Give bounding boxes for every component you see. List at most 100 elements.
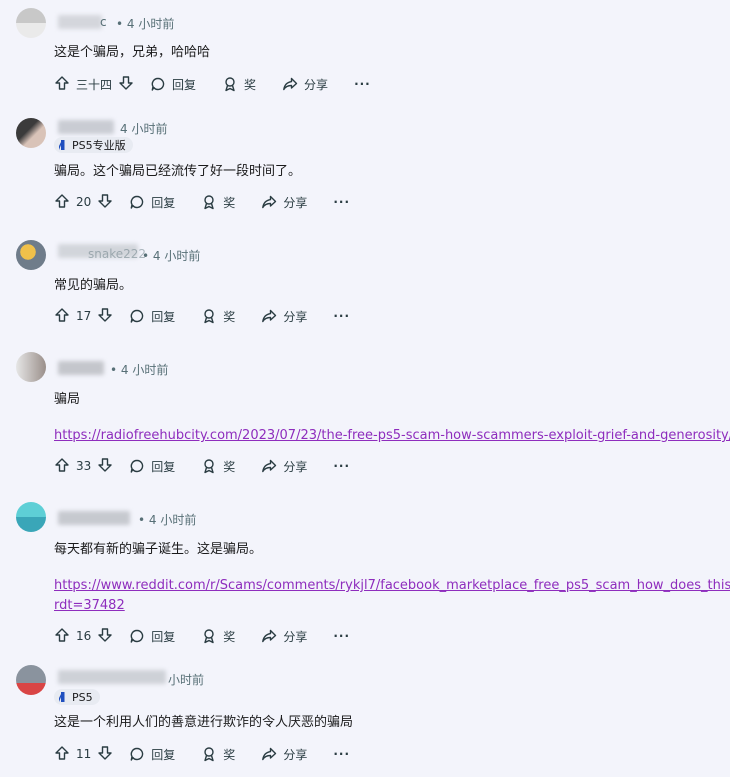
share-button[interactable]: 分享 bbox=[261, 628, 307, 645]
reply-label: 回复 bbox=[151, 747, 176, 762]
share-label: 分享 bbox=[304, 77, 329, 92]
reply-button[interactable]: 回复 bbox=[129, 628, 175, 645]
award-button[interactable]: 奖 bbox=[201, 458, 235, 475]
award-button[interactable]: 奖 bbox=[222, 76, 256, 93]
comment-link-continued[interactable]: rdt=37482 bbox=[54, 597, 125, 615]
more-icon: ··· bbox=[333, 195, 351, 209]
share-label: 分享 bbox=[283, 309, 308, 324]
award-button[interactable]: 奖 bbox=[201, 194, 235, 211]
reply-button[interactable]: 回复 bbox=[129, 308, 175, 325]
reply-label: 回复 bbox=[151, 459, 176, 474]
share-button[interactable]: 分享 bbox=[261, 194, 307, 211]
reply-icon bbox=[129, 628, 145, 644]
reply-icon bbox=[129, 746, 145, 762]
downvote-icon[interactable] bbox=[118, 75, 134, 94]
vote-group: 33 bbox=[54, 457, 113, 476]
share-button[interactable]: 分享 bbox=[282, 76, 328, 93]
award-icon bbox=[201, 458, 217, 474]
more-options-button[interactable]: ··· bbox=[354, 77, 371, 91]
award-icon bbox=[201, 628, 217, 644]
award-label: 奖 bbox=[223, 459, 236, 474]
vote-score: 三十四 bbox=[76, 77, 113, 92]
avatar[interactable] bbox=[16, 118, 46, 148]
timestamp[interactable]: • 4 小时前 bbox=[142, 247, 200, 264]
share-button[interactable]: 分享 bbox=[261, 458, 307, 475]
vote-group: 17 bbox=[54, 307, 113, 326]
share-icon bbox=[261, 308, 277, 324]
more-icon: ··· bbox=[333, 309, 351, 323]
reply-label: 回复 bbox=[151, 629, 176, 644]
avatar[interactable] bbox=[16, 240, 46, 270]
share-label: 分享 bbox=[283, 459, 308, 474]
vote-group: 三十四 bbox=[54, 75, 134, 94]
upvote-icon[interactable] bbox=[54, 307, 70, 326]
more-options-button[interactable]: ··· bbox=[333, 195, 350, 209]
username-redacted[interactable] bbox=[58, 120, 114, 134]
timestamp[interactable]: • 4 小时前 bbox=[138, 511, 196, 528]
share-button[interactable]: 分享 bbox=[261, 746, 307, 763]
comment-body: 骗局 bbox=[54, 392, 81, 407]
vote-score: 33 bbox=[76, 459, 92, 473]
comment-body: 骗局。这个骗局已经流传了好一段时间了。 bbox=[54, 164, 302, 179]
upvote-icon[interactable] bbox=[54, 457, 70, 476]
downvote-icon[interactable] bbox=[97, 745, 113, 764]
vote-group: 20 bbox=[54, 193, 113, 212]
more-icon: ··· bbox=[333, 459, 351, 473]
upvote-icon[interactable] bbox=[54, 627, 70, 646]
timestamp[interactable]: 4 小时前 bbox=[120, 120, 167, 137]
timestamp[interactable]: • 4 小时前 bbox=[110, 361, 168, 378]
share-label: 分享 bbox=[283, 195, 308, 210]
comment-actions: 17 回复 奖 分享 ··· bbox=[54, 307, 350, 325]
reply-icon bbox=[150, 76, 166, 92]
comment-link[interactable]: https://radiofreehubcity.com/2023/07/23/… bbox=[54, 427, 730, 445]
award-button[interactable]: 奖 bbox=[201, 308, 235, 325]
award-icon bbox=[201, 746, 217, 762]
timestamp[interactable]: 小时前 bbox=[168, 671, 204, 688]
downvote-icon[interactable] bbox=[97, 307, 113, 326]
user-flair: PS5专业版 bbox=[54, 137, 133, 153]
vote-score: 11 bbox=[76, 747, 92, 761]
username-redacted[interactable] bbox=[58, 670, 166, 684]
username-redacted[interactable] bbox=[58, 361, 104, 375]
more-options-button[interactable]: ··· bbox=[333, 629, 350, 643]
avatar[interactable] bbox=[16, 502, 46, 532]
award-button[interactable]: 奖 bbox=[201, 628, 235, 645]
more-icon: ··· bbox=[354, 77, 371, 91]
avatar[interactable] bbox=[16, 352, 46, 382]
upvote-icon[interactable] bbox=[54, 745, 70, 764]
timestamp[interactable]: • 4 小时前 bbox=[116, 15, 174, 32]
comment-actions: 33 回复 奖 分享 ··· bbox=[54, 457, 350, 475]
comment-link[interactable]: https://www.reddit.com/r/Scams/comments/… bbox=[54, 577, 730, 595]
avatar[interactable] bbox=[16, 665, 46, 695]
downvote-icon[interactable] bbox=[97, 457, 113, 476]
comment-body: 这是一个利用人们的善意进行欺诈的令人厌恶的骗局 bbox=[54, 715, 354, 730]
award-button[interactable]: 奖 bbox=[201, 746, 235, 763]
vote-group: 16 bbox=[54, 627, 113, 646]
reply-button[interactable]: 回复 bbox=[129, 458, 175, 475]
username-redacted[interactable] bbox=[58, 15, 102, 29]
reply-button[interactable]: 回复 bbox=[129, 194, 175, 211]
more-options-button[interactable]: ··· bbox=[333, 459, 350, 473]
upvote-icon[interactable] bbox=[54, 75, 70, 94]
reply-button[interactable]: 回复 bbox=[150, 76, 196, 93]
username-fragment[interactable]: snake222 bbox=[88, 247, 146, 261]
comment-actions: 16 回复 奖 分享 ··· bbox=[54, 627, 350, 645]
more-options-button[interactable]: ··· bbox=[333, 309, 350, 323]
avatar[interactable] bbox=[16, 8, 46, 38]
reply-label: 回复 bbox=[151, 195, 176, 210]
downvote-icon[interactable] bbox=[97, 193, 113, 212]
username-redacted[interactable] bbox=[58, 511, 130, 525]
share-icon bbox=[261, 746, 277, 762]
vote-score: 17 bbox=[76, 309, 92, 323]
downvote-icon[interactable] bbox=[97, 627, 113, 646]
username-fragment[interactable]: c bbox=[100, 15, 107, 29]
upvote-icon[interactable] bbox=[54, 193, 70, 212]
vote-group: 11 bbox=[54, 745, 113, 764]
more-icon: ··· bbox=[333, 629, 351, 643]
more-options-button[interactable]: ··· bbox=[333, 747, 350, 761]
reply-button[interactable]: 回复 bbox=[129, 746, 175, 763]
comment-body: 这是个骗局，兄弟，哈哈哈 bbox=[54, 45, 211, 60]
award-icon bbox=[201, 308, 217, 324]
share-button[interactable]: 分享 bbox=[261, 308, 307, 325]
reply-icon bbox=[129, 194, 145, 210]
